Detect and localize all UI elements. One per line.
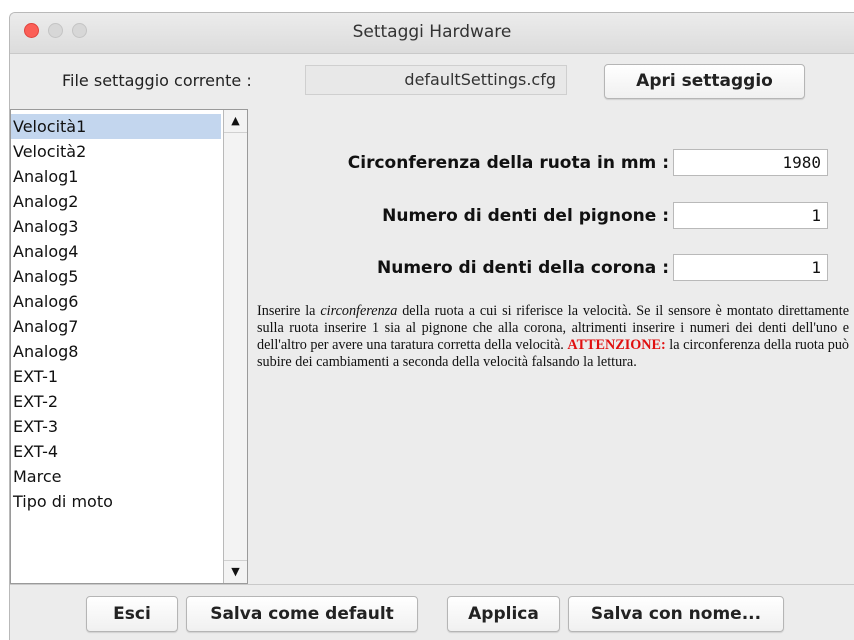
apply-button[interactable]: Applica (447, 596, 560, 632)
crown-teeth-input[interactable]: 1 (673, 254, 828, 281)
title-bar: Settaggi Hardware (10, 13, 854, 54)
save-default-button[interactable]: Salva come default (186, 596, 418, 632)
channel-list[interactable]: Velocità1 Velocità2 Analog1 Analog2 Analog3 A… (11, 114, 221, 514)
list-item[interactable]: Analog3 (11, 214, 221, 239)
exit-button[interactable]: Esci (86, 596, 178, 632)
arrow-up-icon[interactable]: ▲ (224, 110, 247, 133)
save-as-button[interactable]: Salva con nome... (568, 596, 784, 632)
window-title: Settaggi Hardware (352, 22, 512, 42)
help-text-warning: ATTENZIONE: (567, 337, 666, 353)
pinion-teeth-label: Numero di denti del pignone : (382, 206, 669, 226)
list-item[interactable]: Analog2 (11, 189, 221, 214)
help-text: Inserire la circonferenza della ruota a … (257, 303, 849, 371)
list-item[interactable]: EXT-3 (11, 414, 221, 439)
list-item[interactable]: Analog1 (11, 164, 221, 189)
list-item[interactable]: Tipo di moto (11, 489, 221, 514)
crown-teeth-label: Numero di denti della corona : (377, 258, 669, 278)
list-item[interactable]: Marce (11, 464, 221, 489)
list-item[interactable]: Analog7 (11, 314, 221, 339)
settings-content: Circonferenza della ruota in mm : 1980 N… (248, 109, 854, 584)
list-item[interactable]: Analog6 (11, 289, 221, 314)
wheel-circumference-input[interactable]: 1980 (673, 149, 828, 176)
wheel-circumference-label: Circonferenza della ruota in mm : (347, 153, 669, 173)
list-item[interactable]: EXT-1 (11, 364, 221, 389)
pinion-teeth-input[interactable]: 1 (673, 202, 828, 229)
open-settings-button[interactable]: Apri settaggio (604, 64, 805, 99)
current-file-field: defaultSettings.cfg (305, 65, 567, 95)
list-item[interactable]: EXT-4 (11, 439, 221, 464)
button-bar: Esci Salva come default Applica Salva co… (10, 584, 854, 640)
help-text-part1: Inserire la (257, 303, 321, 319)
channel-list-panel: Velocità1 Velocità2 Analog1 Analog2 Analog3 A… (10, 109, 248, 584)
current-file-label: File settaggio corrente : (62, 71, 252, 90)
list-item[interactable]: Velocità1 (11, 114, 221, 139)
list-item[interactable]: Analog8 (11, 339, 221, 364)
list-item[interactable]: Analog4 (11, 239, 221, 264)
help-text-italic: circonferenza (320, 303, 398, 319)
list-item[interactable]: Velocità2 (11, 139, 221, 164)
settings-window: Settaggi Hardware File settaggio corrent… (9, 12, 854, 640)
list-scrollbar[interactable]: ▲ ▼ (223, 110, 247, 583)
list-item[interactable]: EXT-2 (11, 389, 221, 414)
list-item[interactable]: Analog5 (11, 264, 221, 289)
arrow-down-icon[interactable]: ▼ (224, 560, 247, 583)
